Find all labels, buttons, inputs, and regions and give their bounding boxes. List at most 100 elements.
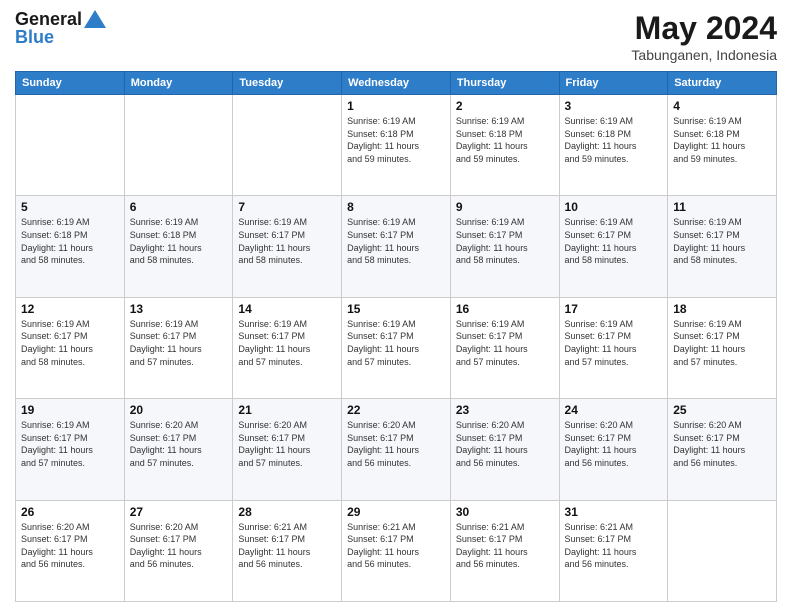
day-number-5: 5 bbox=[21, 200, 119, 214]
day-cell-16: 16 Sunrise: 6:19 AM Sunset: 6:17 PM Dayli… bbox=[450, 297, 559, 398]
day-info-21: Sunrise: 6:20 AM Sunset: 6:17 PM Dayligh… bbox=[238, 419, 336, 469]
weekday-header-tuesday: Tuesday bbox=[233, 72, 342, 95]
day-cell-10: 10 Sunrise: 6:19 AM Sunset: 6:17 PM Dayli… bbox=[559, 196, 668, 297]
day-number-14: 14 bbox=[238, 302, 336, 316]
day-info-16: Sunrise: 6:19 AM Sunset: 6:17 PM Dayligh… bbox=[456, 318, 554, 368]
day-info-30: Sunrise: 6:21 AM Sunset: 6:17 PM Dayligh… bbox=[456, 521, 554, 571]
day-number-17: 17 bbox=[565, 302, 663, 316]
day-number-25: 25 bbox=[673, 403, 771, 417]
weekday-header-row: SundayMondayTuesdayWednesdayThursdayFrid… bbox=[16, 72, 777, 95]
logo-icon bbox=[84, 10, 106, 30]
day-cell-3: 3Sunrise: 6:19 AM Sunset: 6:18 PM Daylig… bbox=[559, 95, 668, 196]
day-info-29: Sunrise: 6:21 AM Sunset: 6:17 PM Dayligh… bbox=[347, 521, 445, 571]
day-cell-26: 26 Sunrise: 6:20 AM Sunset: 6:17 PM Dayli… bbox=[16, 500, 125, 601]
empty-cell bbox=[668, 500, 777, 601]
day-cell-14: 14 Sunrise: 6:19 AM Sunset: 6:17 PM Dayli… bbox=[233, 297, 342, 398]
day-info-7: Sunrise: 6:19 AM Sunset: 6:17 PM Dayligh… bbox=[238, 216, 336, 266]
weekday-header-sunday: Sunday bbox=[16, 72, 125, 95]
day-cell-20: 20Sunrise: 6:20 AM Sunset: 6:17 PM Dayli… bbox=[124, 399, 233, 500]
week-row-1: 5 Sunrise: 6:19 AM Sunset: 6:18 PM Daylig… bbox=[16, 196, 777, 297]
day-cell-11: 11 Sunrise: 6:19 AM Sunset: 6:17 PM Dayli… bbox=[668, 196, 777, 297]
day-info-23: Sunrise: 6:20 AM Sunset: 6:17 PM Dayligh… bbox=[456, 419, 554, 469]
day-cell-8: 8 Sunrise: 6:19 AM Sunset: 6:17 PM Daylig… bbox=[342, 196, 451, 297]
day-number-12: 12 bbox=[21, 302, 119, 316]
day-cell-5: 5 Sunrise: 6:19 AM Sunset: 6:18 PM Daylig… bbox=[16, 196, 125, 297]
day-number-16: 16 bbox=[456, 302, 554, 316]
day-number-7: 7 bbox=[238, 200, 336, 214]
day-cell-24: 24 Sunrise: 6:20 AM Sunset: 6:17 PM Dayli… bbox=[559, 399, 668, 500]
day-info-24: Sunrise: 6:20 AM Sunset: 6:17 PM Dayligh… bbox=[565, 419, 663, 469]
day-cell-29: 29 Sunrise: 6:21 AM Sunset: 6:17 PM Dayli… bbox=[342, 500, 451, 601]
empty-cell bbox=[124, 95, 233, 196]
day-number-20: 20 bbox=[130, 403, 228, 417]
day-number-10: 10 bbox=[565, 200, 663, 214]
day-info-6: Sunrise: 6:19 AM Sunset: 6:18 PM Dayligh… bbox=[130, 216, 228, 266]
day-info-26: Sunrise: 6:20 AM Sunset: 6:17 PM Dayligh… bbox=[21, 521, 119, 571]
day-cell-1: 1Sunrise: 6:19 AM Sunset: 6:18 PM Daylig… bbox=[342, 95, 451, 196]
day-info-4: Sunrise: 6:19 AM Sunset: 6:18 PM Dayligh… bbox=[673, 115, 771, 165]
day-number-30: 30 bbox=[456, 505, 554, 519]
day-number-26: 26 bbox=[21, 505, 119, 519]
day-cell-12: 12 Sunrise: 6:19 AM Sunset: 6:17 PM Dayli… bbox=[16, 297, 125, 398]
header: General Blue May 2024 Tabunganen, Indone… bbox=[15, 10, 777, 63]
day-number-13: 13 bbox=[130, 302, 228, 316]
day-info-27: Sunrise: 6:20 AM Sunset: 6:17 PM Dayligh… bbox=[130, 521, 228, 571]
logo: General Blue bbox=[15, 10, 106, 48]
day-info-12: Sunrise: 6:19 AM Sunset: 6:17 PM Dayligh… bbox=[21, 318, 119, 368]
day-number-24: 24 bbox=[565, 403, 663, 417]
title-block: May 2024 Tabunganen, Indonesia bbox=[631, 10, 777, 63]
weekday-header-wednesday: Wednesday bbox=[342, 72, 451, 95]
day-cell-9: 9Sunrise: 6:19 AM Sunset: 6:17 PM Daylig… bbox=[450, 196, 559, 297]
day-info-5: Sunrise: 6:19 AM Sunset: 6:18 PM Dayligh… bbox=[21, 216, 119, 266]
week-row-3: 19Sunrise: 6:19 AM Sunset: 6:17 PM Dayli… bbox=[16, 399, 777, 500]
day-info-25: Sunrise: 6:20 AM Sunset: 6:17 PM Dayligh… bbox=[673, 419, 771, 469]
day-cell-7: 7 Sunrise: 6:19 AM Sunset: 6:17 PM Daylig… bbox=[233, 196, 342, 297]
day-cell-27: 27Sunrise: 6:20 AM Sunset: 6:17 PM Dayli… bbox=[124, 500, 233, 601]
day-cell-21: 21 Sunrise: 6:20 AM Sunset: 6:17 PM Dayli… bbox=[233, 399, 342, 500]
day-cell-6: 6 Sunrise: 6:19 AM Sunset: 6:18 PM Daylig… bbox=[124, 196, 233, 297]
day-info-17: Sunrise: 6:19 AM Sunset: 6:17 PM Dayligh… bbox=[565, 318, 663, 368]
day-number-2: 2 bbox=[456, 99, 554, 113]
weekday-header-saturday: Saturday bbox=[668, 72, 777, 95]
day-info-2: Sunrise: 6:19 AM Sunset: 6:18 PM Dayligh… bbox=[456, 115, 554, 165]
day-number-18: 18 bbox=[673, 302, 771, 316]
day-number-1: 1 bbox=[347, 99, 445, 113]
page: General Blue May 2024 Tabunganen, Indone… bbox=[0, 0, 792, 612]
day-number-29: 29 bbox=[347, 505, 445, 519]
day-number-8: 8 bbox=[347, 200, 445, 214]
day-info-18: Sunrise: 6:19 AM Sunset: 6:17 PM Dayligh… bbox=[673, 318, 771, 368]
day-info-19: Sunrise: 6:19 AM Sunset: 6:17 PM Dayligh… bbox=[21, 419, 119, 469]
day-info-8: Sunrise: 6:19 AM Sunset: 6:17 PM Dayligh… bbox=[347, 216, 445, 266]
day-cell-17: 17 Sunrise: 6:19 AM Sunset: 6:17 PM Dayli… bbox=[559, 297, 668, 398]
weekday-header-monday: Monday bbox=[124, 72, 233, 95]
day-cell-2: 2 Sunrise: 6:19 AM Sunset: 6:18 PM Daylig… bbox=[450, 95, 559, 196]
month-title: May 2024 bbox=[631, 10, 777, 47]
day-info-15: Sunrise: 6:19 AM Sunset: 6:17 PM Dayligh… bbox=[347, 318, 445, 368]
week-row-0: 1 Sunrise: 6:19 AM Sunset: 6:18 PM Daylig… bbox=[16, 95, 777, 196]
day-cell-30: 30 Sunrise: 6:21 AM Sunset: 6:17 PM Dayli… bbox=[450, 500, 559, 601]
day-number-22: 22 bbox=[347, 403, 445, 417]
day-info-28: Sunrise: 6:21 AM Sunset: 6:17 PM Dayligh… bbox=[238, 521, 336, 571]
day-info-10: Sunrise: 6:19 AM Sunset: 6:17 PM Dayligh… bbox=[565, 216, 663, 266]
day-info-13: Sunrise: 6:19 AM Sunset: 6:17 PM Dayligh… bbox=[130, 318, 228, 368]
day-number-21: 21 bbox=[238, 403, 336, 417]
logo-text-blue: Blue bbox=[15, 28, 106, 48]
day-info-9: Sunrise: 6:19 AM Sunset: 6:17 PM Dayligh… bbox=[456, 216, 554, 266]
day-info-14: Sunrise: 6:19 AM Sunset: 6:17 PM Dayligh… bbox=[238, 318, 336, 368]
day-number-11: 11 bbox=[673, 200, 771, 214]
day-number-23: 23 bbox=[456, 403, 554, 417]
calendar-table: SundayMondayTuesdayWednesdayThursdayFrid… bbox=[15, 71, 777, 602]
location: Tabunganen, Indonesia bbox=[631, 47, 777, 63]
day-number-6: 6 bbox=[130, 200, 228, 214]
weekday-header-thursday: Thursday bbox=[450, 72, 559, 95]
day-number-15: 15 bbox=[347, 302, 445, 316]
day-number-4: 4 bbox=[673, 99, 771, 113]
day-cell-18: 18 Sunrise: 6:19 AM Sunset: 6:17 PM Dayli… bbox=[668, 297, 777, 398]
day-cell-25: 25 Sunrise: 6:20 AM Sunset: 6:17 PM Dayli… bbox=[668, 399, 777, 500]
day-cell-28: 28Sunrise: 6:21 AM Sunset: 6:17 PM Dayli… bbox=[233, 500, 342, 601]
day-number-31: 31 bbox=[565, 505, 663, 519]
empty-cell bbox=[233, 95, 342, 196]
day-info-11: Sunrise: 6:19 AM Sunset: 6:17 PM Dayligh… bbox=[673, 216, 771, 266]
day-cell-23: 23 Sunrise: 6:20 AM Sunset: 6:17 PM Dayli… bbox=[450, 399, 559, 500]
day-cell-4: 4 Sunrise: 6:19 AM Sunset: 6:18 PM Daylig… bbox=[668, 95, 777, 196]
